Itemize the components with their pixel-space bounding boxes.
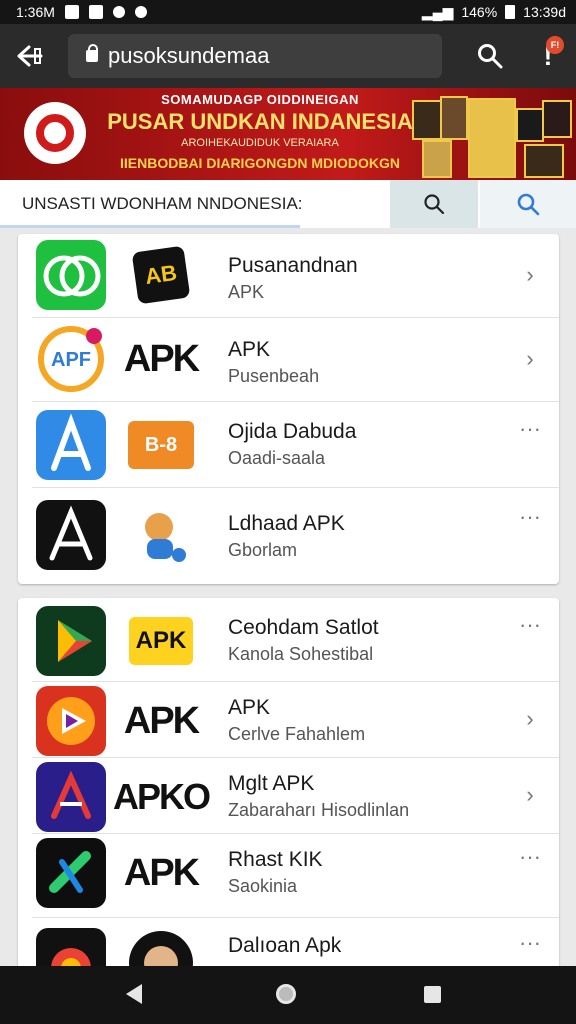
app-title: Ldhaad APK bbox=[228, 512, 345, 535]
app-subtitle: Pusenbeah bbox=[228, 366, 320, 386]
apk-wordmark-icon: APKO bbox=[113, 776, 211, 817]
blue-app-store-icon bbox=[36, 410, 106, 480]
lock-icon bbox=[86, 44, 98, 62]
banner-posters bbox=[412, 94, 572, 178]
apk-wordmark-icon: APK bbox=[123, 337, 200, 380]
bookmark-notification-icon bbox=[88, 5, 103, 19]
app-list-card-1: AB Pusanandnan APK › APF APK APK Pusenbe… bbox=[18, 234, 559, 584]
app-title: Ojida Dabuda bbox=[228, 420, 357, 443]
list-item[interactable]: APK Ceohdam Satlot Kanola Sohestibal ··· bbox=[18, 598, 559, 682]
signal-icon: ▂▄▆ bbox=[421, 3, 454, 20]
nav-recents-icon[interactable] bbox=[424, 986, 441, 1003]
app-subtitle: Saokinia bbox=[228, 876, 298, 896]
status-bar: 1:36M ▂▄▆ 146% 13:39d bbox=[0, 0, 576, 24]
app-subtitle: APK bbox=[228, 282, 265, 302]
location-notification-icon bbox=[112, 6, 125, 18]
app-title: Mglt APK bbox=[228, 772, 315, 795]
app-subtitle: Kanola Sohestibal bbox=[228, 644, 374, 664]
app-title: Dalıoan Apk bbox=[228, 934, 342, 957]
system-nav-bar bbox=[0, 966, 576, 1024]
more-options-icon[interactable]: ··· bbox=[515, 928, 545, 958]
app-list-card-2: APK Ceohdam Satlot Kanola Sohestibal ···… bbox=[18, 598, 559, 978]
purple-a-icon bbox=[36, 762, 106, 832]
notification-badge: F! bbox=[546, 36, 564, 54]
list-item[interactable]: APK Rhast KIK Saokinia ··· bbox=[18, 834, 559, 918]
chevron-right-icon[interactable]: › bbox=[515, 704, 545, 734]
back-button[interactable] bbox=[14, 40, 46, 72]
red-play-icon bbox=[36, 686, 106, 756]
ab-box-icon: AB bbox=[126, 240, 196, 310]
search-icon bbox=[424, 194, 445, 215]
search-strip-label: UNSASTI WDONHAM NNDONESIA: bbox=[22, 194, 303, 213]
search-strip: UNSASTI WDONHAM NNDONESIA: bbox=[0, 180, 576, 228]
list-item[interactable]: APK APK Cerlve Fahahlem › bbox=[18, 682, 559, 758]
list-item[interactable]: Ldhaad APK Gborlam ··· bbox=[18, 488, 559, 584]
url-bar[interactable]: pusoksundemaa bbox=[68, 34, 442, 78]
promo-banner[interactable]: SOMAMUDAGP OIDDINEIGAN PUSAR UNDKAN INDA… bbox=[0, 88, 576, 180]
app-title: Rhast KIK bbox=[228, 848, 323, 871]
search-icon bbox=[517, 193, 540, 216]
banner-headline: PUSAR UNDKAN INDANESIA bbox=[107, 109, 413, 134]
app-title: Pusanandnan bbox=[228, 254, 358, 277]
nav-back-icon[interactable] bbox=[126, 984, 142, 1004]
battery-icon bbox=[505, 5, 516, 19]
cat-mascot-icon bbox=[126, 500, 196, 570]
search-icon bbox=[478, 44, 503, 69]
back-arrow-icon bbox=[17, 45, 43, 67]
strip-search-button-blue[interactable] bbox=[480, 180, 576, 228]
banner-line-1: SOMAMUDAGP OIDDINEIGAN bbox=[161, 92, 359, 107]
browser-toolbar: pusoksundemaa ! F! bbox=[0, 24, 576, 88]
banner-line-4: IIENBODBAI DIARIGONGDN MDIODOKGN bbox=[120, 155, 400, 171]
status-time-right: 13:39d bbox=[523, 4, 566, 20]
black-a-icon bbox=[36, 500, 106, 570]
nav-home-icon[interactable] bbox=[276, 984, 296, 1004]
app-title: Ceohdam Satlot bbox=[228, 616, 379, 639]
status-time-left: 1:36M bbox=[16, 4, 55, 20]
apk-wordmark-icon: APK bbox=[123, 699, 200, 742]
b8-orange-icon: B-8 bbox=[126, 410, 196, 480]
more-options-icon[interactable]: ··· bbox=[515, 414, 545, 444]
app-subtitle: Oaadi-saala bbox=[228, 448, 326, 468]
app-title: APK bbox=[228, 696, 271, 719]
play-store-icon bbox=[36, 606, 106, 676]
svg-text:APF: APF bbox=[51, 349, 91, 371]
overflow-menu-button[interactable]: ! F! bbox=[532, 36, 564, 76]
list-item[interactable]: APF APK APK Pusenbeah › bbox=[18, 318, 559, 402]
list-item[interactable]: AB Pusanandnan APK › bbox=[18, 234, 559, 318]
app-subtitle: Gborlam bbox=[228, 540, 298, 560]
apk-wordmark-icon: APK bbox=[123, 851, 200, 894]
green-double-a-icon bbox=[36, 240, 106, 310]
active-tab-underline bbox=[0, 225, 300, 228]
chevron-right-icon[interactable]: › bbox=[515, 260, 545, 290]
app-title: APK bbox=[228, 338, 271, 361]
banner-line-3: AROIHEKAUDIDUK VERAIARA bbox=[181, 137, 339, 149]
app-subtitle: Cerlve Fahahlem bbox=[228, 724, 366, 744]
app-subtitle: Zabaraharı Hisodlinlan bbox=[228, 800, 410, 820]
chevron-right-icon[interactable]: › bbox=[515, 344, 545, 374]
fx-green-icon bbox=[36, 838, 106, 908]
more-options-icon[interactable]: ··· bbox=[515, 610, 545, 640]
more-options-icon[interactable]: ··· bbox=[515, 842, 545, 872]
list-item[interactable]: B-8 Ojida Dabuda Oaadi-saala ··· bbox=[18, 402, 559, 488]
strip-search-button[interactable] bbox=[390, 180, 478, 228]
list-item[interactable]: APKO Mglt APK Zabaraharı Hisodlinlan › bbox=[18, 758, 559, 834]
battery-level: 146% bbox=[461, 4, 498, 20]
brand-logo bbox=[24, 102, 86, 164]
more-options-icon[interactable]: ··· bbox=[515, 502, 545, 532]
chevron-right-icon[interactable]: › bbox=[515, 780, 545, 810]
url-text: pusoksundemaa bbox=[108, 43, 270, 68]
apk-yellow-icon: APK bbox=[126, 606, 196, 676]
apf-bubble-icon: APF bbox=[36, 324, 106, 394]
search-button[interactable] bbox=[470, 36, 510, 76]
app-notification-icon bbox=[134, 6, 147, 18]
gallery-notification-icon bbox=[64, 5, 79, 19]
